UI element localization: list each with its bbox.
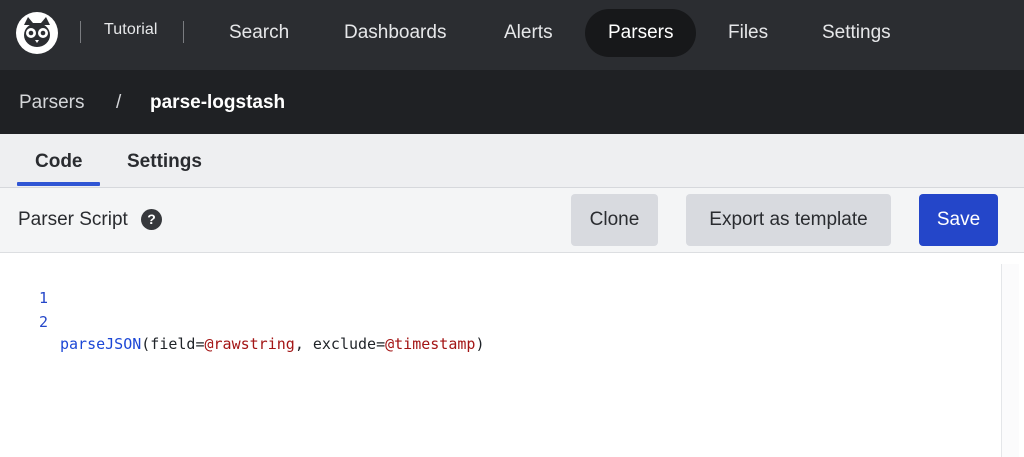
nav-divider (183, 21, 184, 43)
line-number: 2 (38, 313, 48, 331)
export-template-button[interactable]: Export as template (686, 194, 891, 246)
nav-item-files[interactable]: Files (705, 9, 791, 57)
field-token: @rawstring (204, 335, 295, 353)
active-tab-indicator (17, 182, 100, 186)
breadcrumb: Parsers / parse-logstash (0, 70, 1024, 134)
code-punctuation: (field= (141, 335, 205, 353)
nav-item-settings[interactable]: Settings (799, 9, 914, 57)
breadcrumb-separator: / (116, 92, 122, 113)
function-token: parseJSON (60, 335, 142, 353)
save-button[interactable]: Save (919, 194, 998, 246)
editor-scrollbar[interactable] (1001, 264, 1019, 457)
nav-item-alerts[interactable]: Alerts (481, 9, 576, 57)
nav-item-search[interactable]: Search (206, 9, 312, 57)
nav-item-parsers[interactable]: Parsers (585, 9, 697, 57)
code-punctuation: ) (475, 335, 485, 353)
field-token: @timestamp (385, 335, 476, 353)
top-nav: Tutorial Search Dashboards Alerts Parser… (0, 0, 1024, 70)
repository-name[interactable]: Tutorial (104, 21, 158, 39)
code-line[interactable]: 2 parseJSON(field=@rawstring, exclude=@t… (0, 289, 990, 353)
help-icon[interactable]: ? (141, 209, 162, 230)
editor-toolbar: Parser Script ? Clone Export as template… (0, 188, 1024, 253)
code-editor[interactable]: 1 2 parseJSON(field=@rawstring, exclude=… (0, 254, 1024, 457)
page-title: parse-logstash (150, 92, 286, 113)
tab-settings[interactable]: Settings (127, 151, 202, 173)
breadcrumb-parsers-link[interactable]: Parsers (19, 92, 84, 114)
clone-button[interactable]: Clone (571, 194, 658, 246)
tab-code[interactable]: Code (35, 151, 83, 173)
tab-bar: Code Settings (0, 134, 1024, 188)
nav-item-dashboards[interactable]: Dashboards (321, 9, 469, 57)
owl-logo-icon[interactable] (14, 11, 60, 55)
nav-divider (80, 21, 81, 43)
parser-script-label: Parser Script (18, 209, 128, 230)
code-punctuation: , exclude= (294, 335, 386, 353)
code-line[interactable]: 1 (0, 265, 990, 307)
code-text[interactable]: parseJSON(field=@rawstring, exclude=@tim… (60, 333, 484, 355)
